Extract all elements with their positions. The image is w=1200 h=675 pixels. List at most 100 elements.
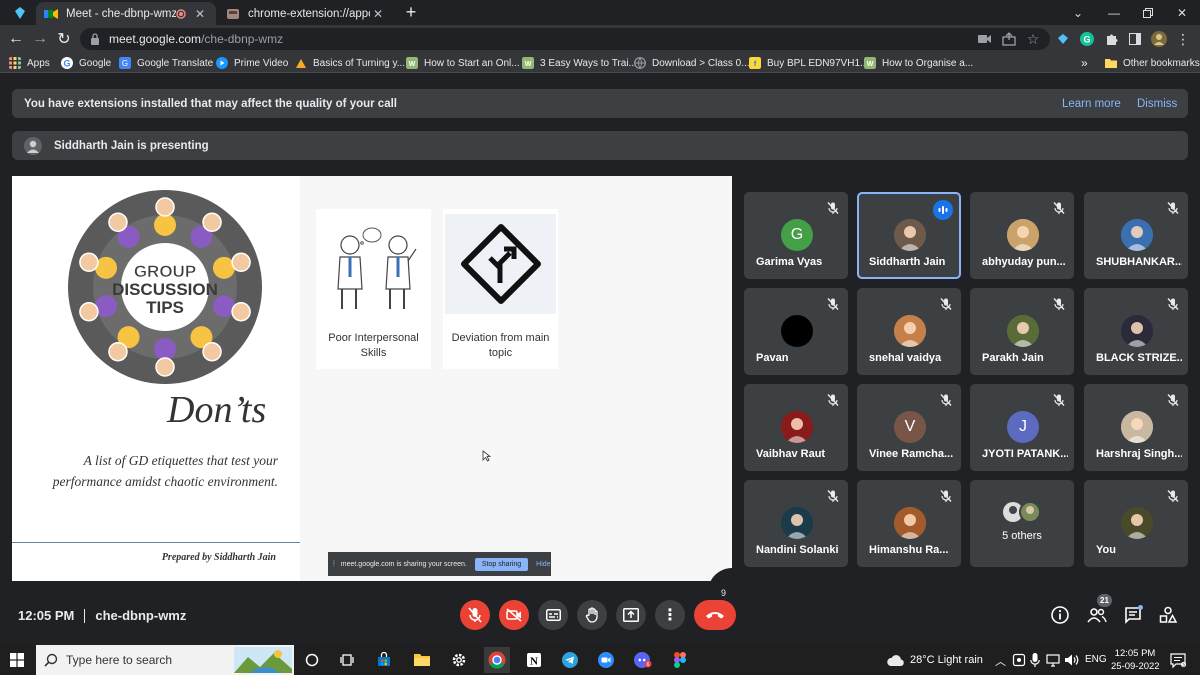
weather-text[interactable]: 28°C Light rain: [910, 654, 983, 666]
participant-tile[interactable]: Harshraj Singh...: [1084, 384, 1188, 471]
bookmark-label: Basics of Turning y...: [313, 57, 406, 69]
participant-tile[interactable]: V Vinee Ramcha...: [857, 384, 961, 471]
camera-indicator-icon[interactable]: [976, 30, 994, 48]
camera-toggle-button[interactable]: [499, 600, 529, 630]
learn-more-link[interactable]: Learn more: [1062, 98, 1121, 110]
other-bookmarks[interactable]: Other bookmarks: [1105, 55, 1200, 71]
participant-tile[interactable]: You: [1084, 480, 1188, 567]
bookmark-star-icon[interactable]: ☆: [1024, 30, 1042, 48]
bookmark-prime-video[interactable]: Prime Video: [216, 55, 288, 71]
tray-overflow-icon[interactable]: ︿: [995, 653, 1006, 669]
windows-start-icon[interactable]: [10, 653, 24, 672]
share-icon[interactable]: [1000, 30, 1018, 48]
telegram-icon[interactable]: [560, 650, 580, 670]
bookmark-label: Buy BPL EDN97VH1...: [767, 57, 869, 69]
leave-call-button[interactable]: [694, 600, 736, 630]
hide-button[interactable]: Hide: [536, 561, 550, 568]
extensions-puzzle-icon[interactable]: [1102, 30, 1120, 48]
widgets-icon[interactable]: [337, 650, 357, 670]
microphone-tray-icon[interactable]: [1030, 652, 1040, 673]
drag-handle-icon[interactable]: ⦙: [333, 559, 335, 569]
minimize-icon[interactable]: —: [1096, 0, 1132, 25]
close-tab-icon[interactable]: ✕: [192, 6, 208, 22]
back-icon[interactable]: ←: [6, 29, 26, 49]
participant-tile[interactable]: Himanshu Ra...: [857, 480, 961, 567]
people-button[interactable]: [1086, 604, 1108, 626]
address-bar[interactable]: meet.google.com/che-dbnp-wmz: [80, 28, 1050, 50]
page-number: 9: [721, 588, 727, 598]
forward-icon[interactable]: →: [30, 29, 50, 49]
chat-button[interactable]: [1122, 604, 1144, 626]
meeting-details-button[interactable]: [1049, 604, 1071, 626]
url-host: meet.google.com: [109, 32, 202, 46]
participant-tile[interactable]: BLACK STRIZE...: [1084, 288, 1188, 375]
volume-icon[interactable]: [1064, 653, 1080, 672]
bookmark-download-class[interactable]: Download > Class 0...: [634, 55, 750, 71]
activities-button[interactable]: [1157, 604, 1179, 626]
taskbar-search[interactable]: Type here to search: [36, 645, 294, 675]
participant-tile[interactable]: G Garima Vyas: [744, 192, 848, 279]
microsoft-store-icon[interactable]: [374, 650, 394, 670]
tab-meet[interactable]: Meet - che-dbnp-wmz ✕: [36, 2, 216, 25]
participant-tile[interactable]: Vaibhav Raut: [744, 384, 848, 471]
file-explorer-icon[interactable]: [412, 650, 432, 670]
captions-button[interactable]: [538, 600, 568, 630]
participant-tile[interactable]: SHUBHANKAR...: [1084, 192, 1188, 279]
bookmark-organise[interactable]: W How to Organise a...: [864, 55, 973, 71]
participant-name: snehal vaidya: [869, 352, 942, 364]
participant-tile[interactable]: Nandini Solanki: [744, 480, 848, 567]
bookmark-buy-bpl[interactable]: f Buy BPL EDN97VH1...: [749, 55, 868, 71]
notifications-icon[interactable]: 3: [1170, 652, 1187, 673]
bookmark-start-online[interactable]: W How to Start an Onl...: [406, 55, 520, 71]
dismiss-button[interactable]: Dismiss: [1137, 98, 1177, 110]
weather-cloud-icon[interactable]: [886, 653, 906, 672]
taskbar-clock[interactable]: 12:05 PM 25-09-2022: [1111, 648, 1160, 672]
notion-icon[interactable]: N: [524, 650, 544, 670]
task-view-icon[interactable]: [302, 650, 322, 670]
network-icon[interactable]: [1046, 653, 1060, 672]
participant-tile[interactable]: J JYOTI PATANK...: [970, 384, 1074, 471]
tab-search-icon[interactable]: ⌄: [1060, 0, 1096, 25]
close-tab-icon[interactable]: ✕: [370, 6, 386, 22]
chrome-taskbar-icon[interactable]: [484, 647, 510, 673]
language-indicator[interactable]: ENG: [1085, 654, 1107, 665]
chrome-menu-icon[interactable]: ⋮: [1174, 30, 1192, 48]
microphone-toggle-button[interactable]: [460, 600, 490, 630]
zoom-icon[interactable]: [596, 650, 616, 670]
restore-icon[interactable]: [1130, 0, 1166, 25]
present-now-button[interactable]: [616, 600, 646, 630]
participant-avatar: [1121, 219, 1153, 251]
presenting-banner: Siddharth Jain is presenting: [12, 131, 1188, 160]
chrome-profile-icon[interactable]: [12, 5, 28, 21]
meet-tray-icon[interactable]: [1012, 653, 1026, 672]
extension-diamond-icon[interactable]: [1054, 30, 1072, 48]
more-options-button[interactable]: ⋮: [655, 600, 685, 630]
prime-video-icon: [216, 57, 228, 69]
grammarly-icon[interactable]: G: [1078, 30, 1096, 48]
tab-extension[interactable]: chrome-extension://appcnhiefcic ✕: [218, 2, 394, 25]
participant-tile[interactable]: 5 others: [970, 480, 1074, 567]
folder-icon: [1105, 59, 1117, 68]
close-window-icon[interactable]: ✕: [1164, 0, 1200, 25]
bookmark-apps[interactable]: Apps: [9, 55, 50, 71]
stop-sharing-button[interactable]: Stop sharing: [474, 557, 529, 571]
raise-hand-button[interactable]: [577, 600, 607, 630]
reload-icon[interactable]: ↻: [54, 29, 74, 49]
bookmark-basics-turning[interactable]: Basics of Turning y...: [295, 55, 405, 71]
settings-gear-icon[interactable]: [449, 650, 469, 670]
figma-icon[interactable]: [670, 650, 690, 670]
participant-tile[interactable]: Pavan: [744, 288, 848, 375]
bookmark-google-translate[interactable]: G Google Translate: [119, 55, 213, 71]
bookmark-google[interactable]: G Google: [61, 55, 111, 71]
side-panel-icon[interactable]: [1126, 30, 1144, 48]
participant-tile[interactable]: Parakh Jain: [970, 288, 1074, 375]
profile-avatar[interactable]: [1150, 30, 1168, 48]
svg-text:W: W: [525, 61, 532, 68]
new-tab-icon[interactable]: +: [402, 3, 420, 21]
discord-icon[interactable]: 6: [633, 650, 653, 670]
participant-tile[interactable]: snehal vaidya: [857, 288, 961, 375]
bookmarks-overflow[interactable]: »: [1081, 55, 1088, 71]
participant-tile[interactable]: Siddharth Jain: [857, 192, 961, 279]
bookmark-easy-ways[interactable]: W 3 Easy Ways to Trai...: [522, 55, 637, 71]
participant-tile[interactable]: abhyuday pun...: [970, 192, 1074, 279]
